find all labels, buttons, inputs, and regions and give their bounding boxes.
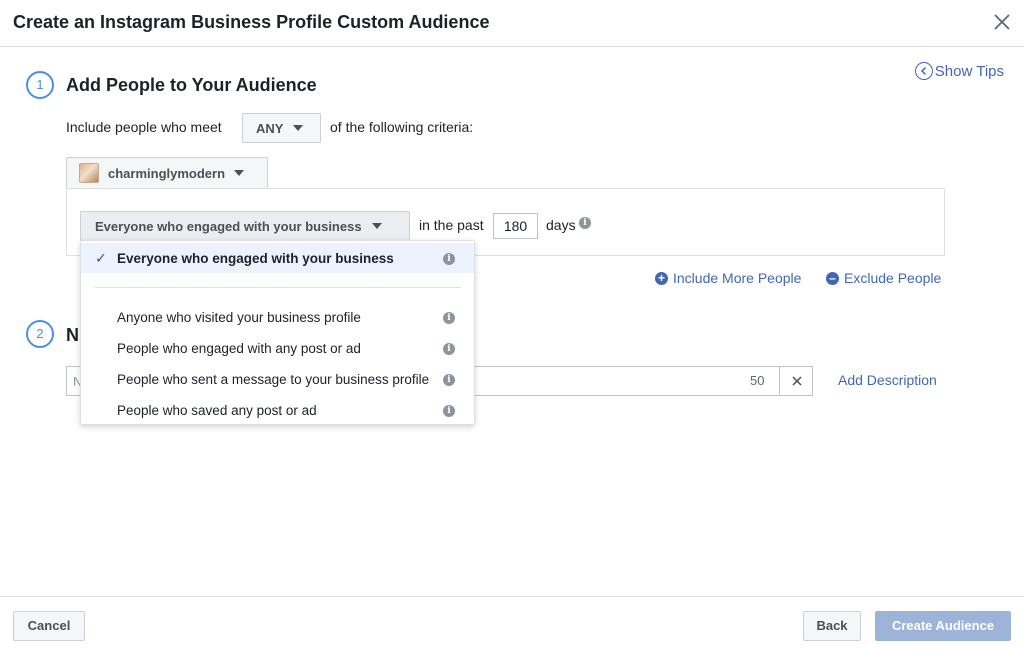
in-the-past-text: in the past xyxy=(419,217,484,233)
info-icon[interactable]: i xyxy=(443,374,455,386)
create-audience-button[interactable]: Create Audience xyxy=(875,611,1011,641)
menu-option-label: People who sent a message to your busine… xyxy=(117,372,430,387)
match-type-value: ANY xyxy=(256,120,284,136)
chevron-left-icon xyxy=(914,62,933,80)
close-icon xyxy=(791,376,802,386)
exclude-label: Exclude People xyxy=(844,270,942,286)
menu-divider xyxy=(95,287,461,288)
include-more-label: Include More People xyxy=(673,270,802,286)
info-icon[interactable]: i xyxy=(443,253,455,265)
menu-option-selected[interactable]: ✓ Everyone who engaged with your busines… xyxy=(81,243,474,273)
step-1-title: Add People to Your Audience xyxy=(66,75,317,95)
step-1-indicator: 1 xyxy=(26,71,54,99)
menu-option[interactable]: People who sent a message to your busine… xyxy=(81,364,474,394)
info-icon[interactable]: i xyxy=(579,217,591,229)
caret-down-icon xyxy=(234,170,245,176)
include-suffix-text: of the following criteria: xyxy=(330,119,474,135)
add-description-label: Add Description xyxy=(838,372,937,388)
menu-option[interactable]: People who engaged with any post or ad i xyxy=(81,333,474,363)
account-name: charminglymodern xyxy=(108,165,226,181)
include-more-people-link[interactable]: + Include More People xyxy=(655,270,801,286)
menu-option-label: People who engaged with any post or ad xyxy=(117,341,361,356)
close-icon[interactable] xyxy=(990,10,1014,34)
back-button[interactable]: Back xyxy=(803,611,861,641)
include-prefix-text: Include people who meet xyxy=(66,119,222,135)
show-tips-link[interactable]: Show Tips xyxy=(914,62,1004,80)
engagement-rule-dropdown[interactable]: Everyone who engaged with your business xyxy=(80,211,410,241)
caret-down-icon xyxy=(371,223,382,229)
menu-option-label: Anyone who visited your business profile xyxy=(117,310,361,325)
plus-circle-icon: + xyxy=(655,271,668,285)
menu-option-label: Everyone who engaged with your business xyxy=(117,251,394,266)
info-icon[interactable]: i xyxy=(443,405,455,417)
days-input[interactable]: 180 xyxy=(493,213,538,239)
checkmark-icon: ✓ xyxy=(95,250,107,266)
days-label: days xyxy=(546,217,576,233)
dialog-title: Create an Instagram Business Profile Cus… xyxy=(13,12,490,32)
add-description-link[interactable]: Add Description xyxy=(838,372,937,388)
info-icon[interactable]: i xyxy=(443,312,455,324)
account-selector[interactable]: charminglymodern xyxy=(66,157,268,188)
dialog-footer xyxy=(0,596,1024,649)
menu-option[interactable]: People who saved any post or ad i xyxy=(81,395,474,425)
cancel-button[interactable]: Cancel xyxy=(13,611,85,641)
engagement-rule-value: Everyone who engaged with your business xyxy=(95,218,362,234)
minus-circle-icon: – xyxy=(826,271,839,285)
menu-option[interactable]: Anyone who visited your business profile… xyxy=(81,302,474,332)
info-icon[interactable]: i xyxy=(443,343,455,355)
exclude-people-link[interactable]: – Exclude People xyxy=(826,270,941,286)
show-tips-label: Show Tips xyxy=(934,62,1004,80)
step-2-indicator: 2 xyxy=(26,320,54,348)
engagement-rule-menu: ✓ Everyone who engaged with your busines… xyxy=(80,240,475,425)
dialog-header: Create an Instagram Business Profile Cus… xyxy=(0,0,1024,47)
match-type-dropdown[interactable]: ANY xyxy=(242,113,321,143)
menu-option-label: People who saved any post or ad xyxy=(117,403,317,418)
step-2-title: N xyxy=(66,325,79,345)
avatar xyxy=(79,163,99,183)
caret-down-icon xyxy=(293,125,304,131)
clear-name-button[interactable] xyxy=(779,366,813,396)
character-count: 50 xyxy=(750,373,765,388)
